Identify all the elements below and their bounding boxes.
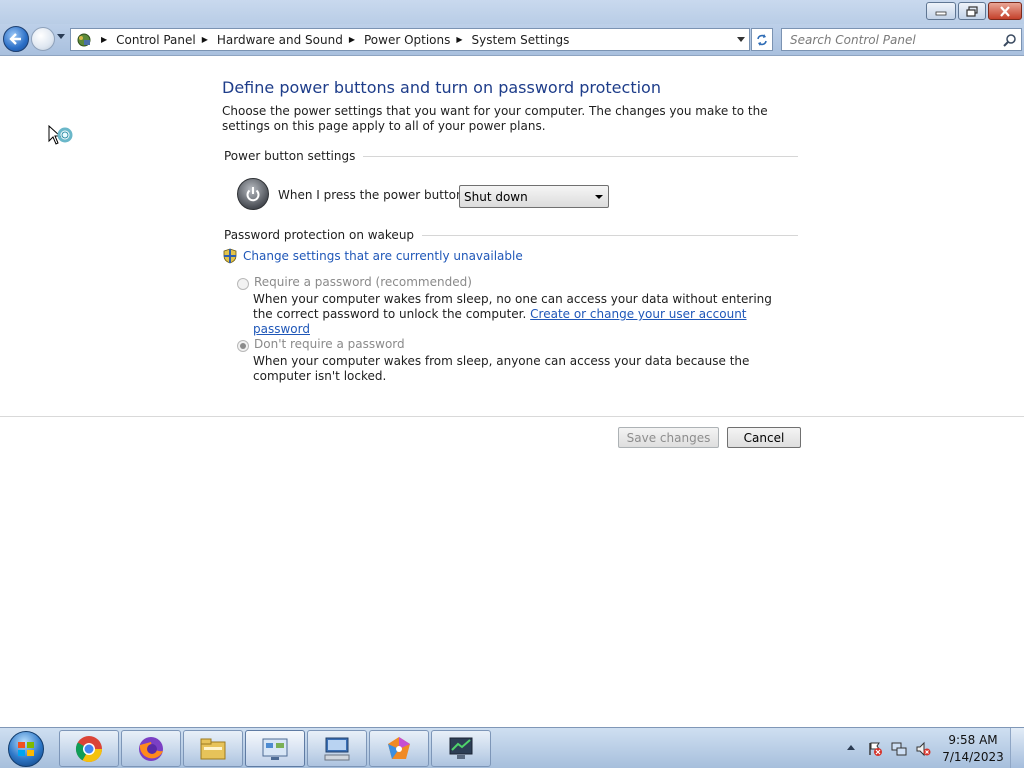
power-button-label: When I press the power button: <box>278 188 468 202</box>
minimize-icon <box>935 11 947 16</box>
breadcrumb-separator[interactable]: ▶ <box>202 35 208 44</box>
taskbar-remote-desktop[interactable] <box>307 730 367 767</box>
search-box[interactable] <box>781 28 1022 51</box>
network-icon[interactable] <box>891 741 907 757</box>
save-changes-button[interactable]: Save changes <box>618 427 719 448</box>
require-password-radio[interactable] <box>237 278 249 290</box>
control-panel-icon <box>73 29 95 50</box>
content-pane: Define power buttons and turn on passwor… <box>0 57 1024 727</box>
footer-divider <box>0 416 1024 417</box>
clock-time[interactable]: 9:58 AM <box>945 733 1001 747</box>
breadcrumb-power-options[interactable]: Power Options <box>364 33 450 47</box>
system-monitor-icon <box>449 737 473 759</box>
change-unavailable-settings-link[interactable]: Change settings that are currently unava… <box>222 248 523 264</box>
dont-require-password-label: Don't require a password <box>254 337 405 351</box>
breadcrumb-separator[interactable]: ▶ <box>456 35 462 44</box>
show-desktop-button[interactable] <box>1010 728 1024 768</box>
taskbar-system-monitor[interactable] <box>431 730 491 767</box>
window-titlebar <box>0 0 1024 24</box>
action-center-icon[interactable] <box>867 741 883 757</box>
refresh-icon <box>757 33 767 46</box>
breadcrumb-separator: ▶ <box>101 35 108 44</box>
password-section-title: Password protection on wakeup <box>224 228 415 242</box>
require-password-label: Require a password (recommended) <box>254 275 472 289</box>
power-section-title: Power button settings <box>224 149 356 163</box>
remote-desktop-icon <box>324 737 350 760</box>
maximize-button[interactable] <box>958 2 986 20</box>
paint-icon <box>388 736 410 759</box>
navigation-bar: ▶ Control Panel ▶ Hardware and Sound ▶ P… <box>0 24 1024 56</box>
minimize-button[interactable] <box>926 2 956 20</box>
dont-require-password-description: When your computer wakes from sleep, any… <box>253 354 750 383</box>
uac-shield-icon <box>223 248 237 264</box>
clock-date[interactable]: 7/14/2023 <box>940 750 1006 764</box>
taskbar-paint[interactable] <box>369 730 429 767</box>
system-tray: 9:58 AM 7/14/2023 <box>840 728 1024 768</box>
taskbar: 9:58 AM 7/14/2023 <box>0 727 1024 768</box>
dont-require-password-radio[interactable] <box>237 340 249 352</box>
password-protection-header: Password protection on wakeup <box>224 227 798 243</box>
page-description: Choose the power settings that you want … <box>222 104 768 133</box>
page-title: Define power buttons and turn on passwor… <box>222 78 661 97</box>
power-button-action-select[interactable]: Shut down <box>459 185 609 208</box>
power-button-settings-header: Power button settings <box>224 148 798 164</box>
windows-logo-icon <box>8 731 44 767</box>
address-bar[interactable]: ▶ Control Panel ▶ Hardware and Sound ▶ P… <box>70 28 750 51</box>
power-icon <box>237 178 269 210</box>
start-button[interactable] <box>4 730 48 768</box>
forward-button[interactable] <box>31 27 55 51</box>
taskbar-chrome[interactable] <box>59 730 119 767</box>
section-divider <box>422 234 798 236</box>
breadcrumb-control-panel[interactable]: Control Panel <box>116 33 196 47</box>
require-password-description: When your computer wakes from sleep, no … <box>253 292 772 336</box>
cancel-button[interactable]: Cancel <box>727 427 801 448</box>
taskbar-control-panel[interactable] <box>245 730 305 767</box>
volume-icon[interactable] <box>915 741 931 757</box>
chevron-down-icon <box>595 195 603 199</box>
breadcrumb-hardware-and-sound[interactable]: Hardware and Sound <box>217 33 343 47</box>
breadcrumb-separator[interactable]: ▶ <box>349 35 355 44</box>
busy-cursor-icon <box>48 124 78 158</box>
search-icon[interactable] <box>1003 33 1017 50</box>
section-divider <box>363 155 798 157</box>
refresh-button[interactable] <box>751 28 773 51</box>
back-icon <box>9 33 21 45</box>
close-button[interactable] <box>988 2 1022 20</box>
address-history-dropdown[interactable] <box>737 37 745 42</box>
file-explorer-icon <box>200 738 226 759</box>
control-panel-icon <box>262 738 288 760</box>
search-input[interactable] <box>782 29 992 50</box>
taskbar-file-explorer[interactable] <box>183 730 243 767</box>
firefox-icon <box>139 736 163 761</box>
power-button-action-value: Shut down <box>464 189 528 204</box>
show-hidden-icons-button[interactable] <box>847 745 855 750</box>
taskbar-firefox[interactable] <box>121 730 181 767</box>
change-settings-link-text[interactable]: Change settings that are currently unava… <box>243 249 523 263</box>
close-icon <box>1000 5 1010 17</box>
recent-pages-dropdown[interactable] <box>57 34 65 39</box>
breadcrumb-system-settings[interactable]: System Settings <box>472 33 570 47</box>
restore-icon <box>966 5 978 17</box>
chrome-icon <box>75 735 103 762</box>
back-button[interactable] <box>3 26 29 52</box>
